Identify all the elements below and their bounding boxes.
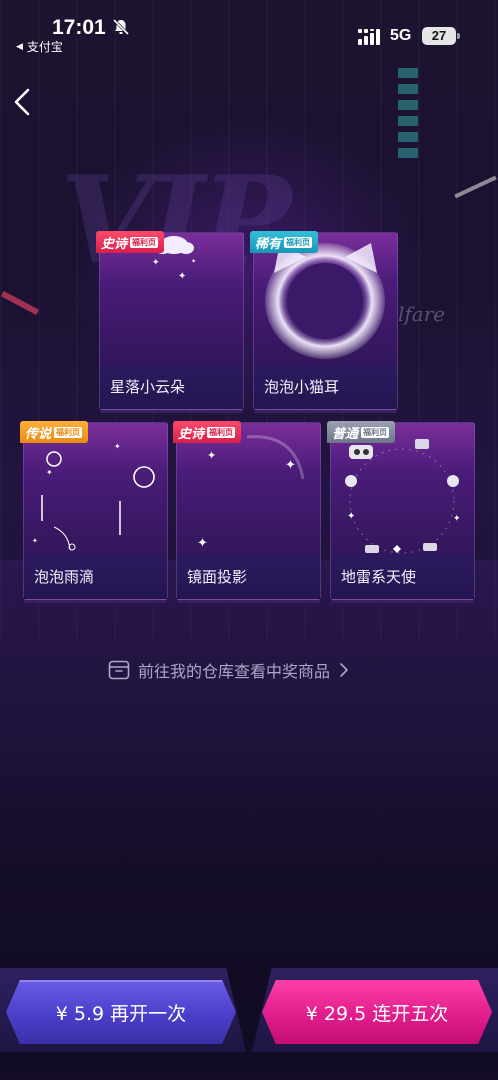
svg-text:✦: ✦ <box>347 511 355 522</box>
svg-text:✦: ✦ <box>191 258 196 265</box>
svg-text:✦: ✦ <box>32 537 38 545</box>
open-five-button[interactable]: ¥ 29.5 连开五次 <box>262 980 492 1044</box>
status-bar: 17:01 ◀ 支付宝 5G 27 <box>0 0 498 62</box>
rarity-badge: 普通 福利页 <box>327 421 396 443</box>
svg-text:✦: ✦ <box>46 468 53 477</box>
rarity-badge: 史诗 福利页 <box>173 421 242 443</box>
prize-card[interactable]: ✦ ✦ 普通 福利页 地雷系天使 <box>327 421 475 603</box>
open-once-button[interactable]: ¥ 5.9 再开一次 <box>6 980 236 1044</box>
prize-name: 镜面投影 <box>177 555 320 603</box>
battery-level: 27 <box>422 27 460 45</box>
svg-text:✦: ✦ <box>114 442 121 451</box>
background-neon-sign <box>398 68 418 163</box>
back-app-label: 支付宝 <box>26 40 63 54</box>
svg-text:✦: ✦ <box>285 458 296 473</box>
prize-name: 泡泡雨滴 <box>24 555 167 603</box>
back-to-app-link[interactable]: ◀ 支付宝 <box>16 38 63 55</box>
prize-name: 地雷系天使 <box>331 555 474 603</box>
prize-name: 星落小云朵 <box>100 365 243 413</box>
prize-name: 泡泡小猫耳 <box>254 365 397 413</box>
box-icon <box>108 660 130 680</box>
background-welfare-graphic: lfare <box>398 302 446 326</box>
rarity-badge: 传说 福利页 <box>20 421 89 443</box>
background-neon-bar-left <box>0 290 40 316</box>
signal-bars-icon <box>358 29 380 45</box>
chevron-left-icon[interactable] <box>10 86 36 118</box>
svg-text:✦: ✦ <box>197 536 208 551</box>
background-neon-bar-right <box>454 175 497 199</box>
prize-card[interactable]: ✦ ✦ ✦ 传说 福利页 泡泡雨滴 <box>20 421 168 603</box>
prize-card[interactable]: ✦ ✦ ✦ 史诗 福利页 星落小云朵 <box>96 231 244 413</box>
warehouse-link-label: 前往我的仓库查看中奖商品 <box>138 662 331 681</box>
prize-card[interactable]: ✦ ✦ ✦ 史诗 福利页 镜面投影 <box>173 421 321 603</box>
network-type: 5G <box>390 27 412 44</box>
prize-card[interactable]: 稀有 福利页 泡泡小猫耳 <box>250 231 398 413</box>
svg-text:✦: ✦ <box>152 258 160 268</box>
background-floor <box>0 560 498 860</box>
warehouse-link[interactable]: 前往我的仓库查看中奖商品 <box>108 656 350 684</box>
chevron-right-icon <box>340 663 348 677</box>
rarity-badge: 稀有 福利页 <box>250 231 319 253</box>
status-time: 17:01 <box>52 16 106 39</box>
back-triangle-icon: ◀ <box>16 41 23 52</box>
svg-text:✦: ✦ <box>178 271 186 282</box>
rarity-badge: 史诗 福利页 <box>96 231 165 253</box>
svg-text:✦: ✦ <box>453 514 461 524</box>
bell-slash-icon <box>112 18 130 36</box>
svg-text:✦: ✦ <box>207 449 216 462</box>
